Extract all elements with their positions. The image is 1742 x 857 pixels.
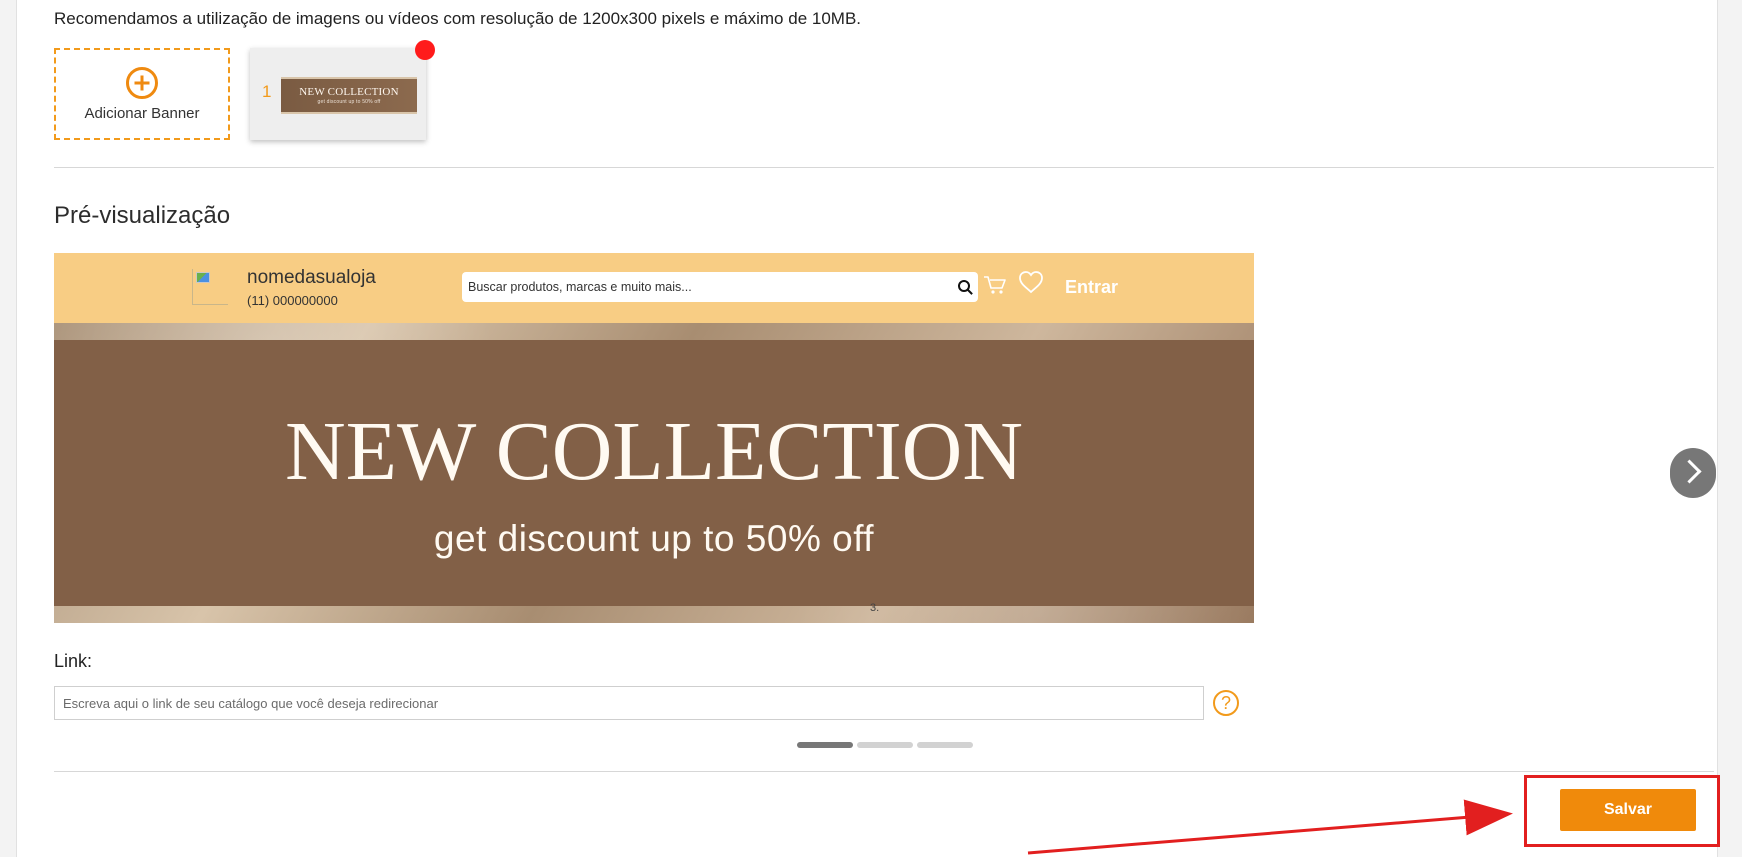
store-header-preview: nomedasualoja (11) 000000000 Buscar prod… bbox=[54, 253, 1254, 323]
slider-dot-2[interactable] bbox=[857, 742, 913, 748]
slider-dot-3[interactable] bbox=[917, 742, 973, 748]
banner-link-input[interactable] bbox=[54, 686, 1204, 720]
heart-icon[interactable] bbox=[1017, 270, 1045, 294]
banner-slide-indicator: 3. bbox=[870, 602, 880, 614]
banner-thumbnail-number: 1 bbox=[262, 82, 272, 101]
banner-thumbnail-title: NEW COLLECTION bbox=[299, 85, 399, 98]
section-divider bbox=[54, 167, 1714, 168]
banner-preview-image: NEW COLLECTION get discount up to 50% of… bbox=[54, 323, 1254, 623]
banner-brown-panel: NEW COLLECTION get discount up to 50% of… bbox=[54, 340, 1254, 614]
preview-heading: Pré-visualização bbox=[54, 202, 231, 229]
store-logo-image bbox=[192, 269, 228, 305]
remove-banner-dot[interactable] bbox=[415, 40, 435, 60]
question-circle-icon[interactable]: ? bbox=[1213, 690, 1239, 716]
save-button[interactable]: Salvar bbox=[1560, 789, 1696, 831]
banner-subtitle: get discount up to 50% off bbox=[433, 518, 875, 559]
store-search-placeholder: Buscar produtos, marcas e muito mais... bbox=[468, 280, 692, 294]
store-search-input[interactable]: Buscar produtos, marcas e muito mais... bbox=[462, 272, 978, 302]
search-icon[interactable] bbox=[958, 280, 970, 292]
store-preview: nomedasualoja (11) 000000000 Buscar prod… bbox=[54, 253, 1254, 623]
banner-thumbnail-subtitle: get discount up to 50% off bbox=[317, 98, 381, 105]
banner-thumbnail-image: NEW COLLECTION get discount up to 50% of… bbox=[281, 77, 417, 114]
store-login-link[interactable]: Entrar bbox=[1065, 277, 1118, 298]
banner-thumbnail-card[interactable]: 1 NEW COLLECTION get discount up to 50% … bbox=[250, 48, 426, 140]
plus-circle-icon bbox=[126, 66, 158, 99]
footer-divider bbox=[54, 771, 1714, 772]
upload-recommendation: Recomendamos a utilização de imagens ou … bbox=[54, 9, 862, 28]
store-name: nomedasualoja bbox=[247, 267, 376, 288]
add-banner-label: Adicionar Banner bbox=[84, 104, 200, 122]
editor-panel: Recomendamos a utilização de imagens ou … bbox=[16, 0, 1718, 857]
banner-title: NEW COLLECTION bbox=[285, 405, 1023, 498]
link-label: Link: bbox=[54, 651, 93, 671]
chevron-right-icon[interactable] bbox=[1670, 448, 1716, 498]
slider-dot-1[interactable] bbox=[797, 742, 853, 748]
add-banner-button[interactable]: Adicionar Banner bbox=[54, 48, 230, 140]
banner-editor-page: Recomendamos a utilização de imagens ou … bbox=[0, 0, 1742, 857]
store-phone: (11) 000000000 bbox=[247, 293, 338, 308]
cart-icon[interactable] bbox=[983, 274, 1007, 296]
slider-dots bbox=[797, 742, 973, 750]
